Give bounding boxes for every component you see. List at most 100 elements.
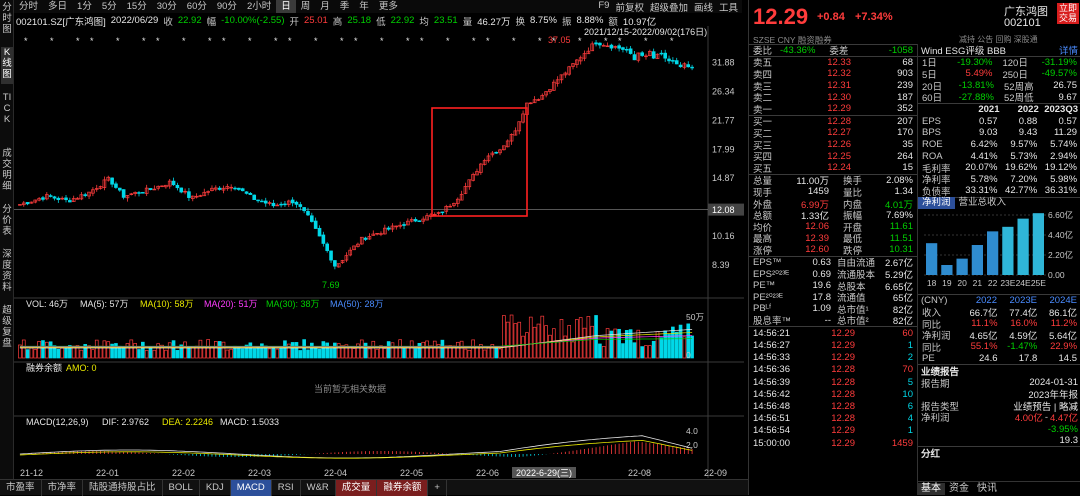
ticks-cell: 14:56:48: [753, 400, 790, 412]
candle-body: [321, 234, 326, 244]
volume-bar: [571, 341, 575, 359]
asks-cell: 187: [897, 91, 913, 103]
timeframe-8[interactable]: 2小时: [242, 0, 276, 13]
candle-body: [494, 151, 499, 154]
timeframe-14[interactable]: 更多: [374, 0, 403, 13]
volume-bar: [198, 339, 203, 359]
volume-bar: [271, 347, 276, 359]
timeframe-12[interactable]: 季: [335, 0, 355, 13]
ticks-cell: 14:56:39: [753, 376, 790, 388]
bids-cell: 35: [902, 139, 913, 151]
volume-bar: [482, 349, 487, 359]
toolbar-3[interactable]: 画线: [694, 0, 713, 14]
side-tab-0[interactable]: 分时图: [1, 2, 13, 39]
indicator-tab-8[interactable]: 成交量: [335, 479, 378, 496]
ticks-cell: 14:56:54: [753, 425, 790, 437]
stats-cell: 2.08%: [886, 174, 913, 186]
volume-bar: [33, 349, 38, 359]
timeframe-7[interactable]: 90分: [212, 0, 242, 13]
side-tab-5[interactable]: 深度资料: [1, 249, 13, 297]
candle-body: [244, 191, 249, 194]
indicator-tab-6[interactable]: RSI: [272, 479, 301, 496]
annual-cell: 36.31%: [1044, 185, 1078, 197]
vol-ma50: MA(50): 28万: [330, 299, 384, 309]
indicator-tab-5[interactable]: MACD: [230, 479, 272, 496]
toolbar-2[interactable]: 超级叠加: [650, 0, 688, 14]
volume-bar: [290, 342, 295, 359]
indicator-tab-1[interactable]: 市净率: [42, 479, 84, 496]
forecast-cell: 5.64亿: [1049, 331, 1078, 343]
tab-news[interactable]: 快讯: [973, 483, 1001, 495]
candle-body: [260, 200, 264, 203]
asks-cell: 12.33: [827, 56, 851, 68]
volume-bar: [202, 346, 207, 359]
stats-cell: 11.61: [889, 221, 913, 233]
toolbar-1[interactable]: 前复权: [615, 0, 644, 14]
rev-bar: [971, 244, 983, 275]
dividend-title[interactable]: 分红: [918, 446, 1080, 460]
timeframe-1[interactable]: 多日: [43, 0, 72, 13]
price-axis-label: 31.88: [712, 58, 735, 68]
toolbar-0[interactable]: F9: [598, 0, 609, 14]
tab-net-profit[interactable]: 净利润: [918, 197, 955, 210]
perf-cell: 60日: [922, 93, 943, 105]
volume-bar: [91, 349, 95, 359]
right-bottom-tabs: 基本 资金 快讯: [917, 481, 1080, 495]
indicator-tab-9[interactable]: 融券余额: [377, 479, 429, 496]
date-axis-label: 22-08: [628, 468, 651, 478]
volume-bar: [586, 316, 591, 359]
timeframe-9[interactable]: 日: [276, 0, 296, 13]
candle-body: [594, 42, 598, 45]
timeframe-3[interactable]: 5分: [97, 0, 122, 13]
volume-bar: [144, 350, 149, 359]
candle-body: [651, 51, 656, 59]
ticks-cell: 12.28: [831, 413, 855, 425]
rev-bar: [1002, 226, 1014, 275]
volume-bar: [152, 349, 157, 359]
event-marker: *: [380, 36, 384, 46]
rev-bar: [1032, 212, 1044, 275]
timeframe-4[interactable]: 15分: [122, 0, 152, 13]
ticks-cell: 14:56:33: [753, 352, 790, 364]
candle-body: [628, 48, 633, 54]
timeframe-0[interactable]: 分时: [14, 0, 43, 13]
indicator-tab-3[interactable]: BOLL: [163, 479, 200, 496]
candle-body: [333, 260, 337, 267]
indicator-tab-10[interactable]: +: [428, 479, 447, 496]
timeframe-13[interactable]: 年: [354, 0, 374, 13]
volume-ma30-line: [19, 338, 693, 347]
indicator-tab-7[interactable]: W&R: [301, 479, 336, 496]
side-tab-2[interactable]: TICK: [1, 92, 13, 140]
trade-now-button[interactable]: 立即交易: [1057, 3, 1079, 24]
side-tab-1[interactable]: K线图: [1, 47, 13, 84]
indicator-tab-4[interactable]: KDJ: [200, 479, 231, 496]
volume-bar: [237, 347, 241, 359]
candle-body: [659, 52, 664, 55]
timeframe-5[interactable]: 30分: [152, 0, 182, 13]
side-tab-6[interactable]: 超级复盘: [1, 305, 13, 353]
ticks-row: 14:56:33 12.29 2: [749, 352, 917, 364]
forecast-cell: 66.7亿: [969, 308, 998, 320]
side-tab-3[interactable]: 成交明细: [1, 148, 13, 196]
tab-capital[interactable]: 资金: [945, 483, 973, 495]
tab-revenue[interactable]: 营业总收入: [955, 197, 1011, 209]
side-tab-4[interactable]: 分价表: [1, 204, 13, 241]
tab-basic[interactable]: 基本: [917, 482, 945, 495]
kline-chart-area[interactable]: 31.8826.3421.7717.9914.8712.0810.168.391…: [14, 26, 744, 478]
weicha-value: -1058: [888, 44, 913, 56]
timeframe-6[interactable]: 60分: [182, 0, 212, 13]
timeframe-10[interactable]: 周: [296, 0, 316, 13]
candle-body: [686, 64, 691, 68]
indicator-tab-2[interactable]: 陆股通持股占比: [83, 479, 163, 496]
toolbar-4[interactable]: 工具: [719, 0, 738, 14]
volume-bar: [509, 314, 514, 359]
weicha-label: 委差: [829, 46, 849, 58]
candle-body: [48, 195, 53, 197]
timeframe-11[interactable]: 月: [315, 0, 335, 13]
timeframe-2[interactable]: 1分: [72, 0, 97, 13]
candle-body: [56, 197, 61, 200]
stats-row: 涨停 12.60 跌停 10.31: [749, 244, 917, 257]
indicator-tab-0[interactable]: 市盈率: [0, 479, 42, 496]
low-value: 22.92: [390, 15, 415, 26]
esg-detail-link[interactable]: 详情: [1059, 43, 1078, 57]
